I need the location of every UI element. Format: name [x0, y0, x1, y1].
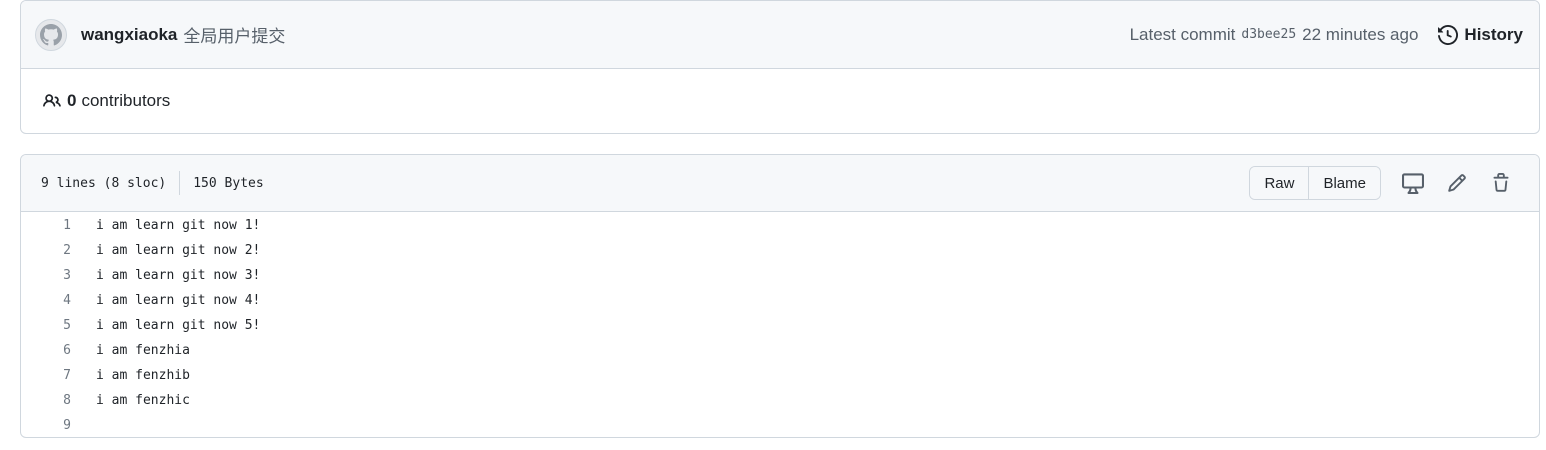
- file-actions-group: Raw Blame: [1249, 166, 1381, 200]
- code-line: 4 i am learn git now 4!: [21, 288, 1539, 313]
- contributors-count: 0: [67, 91, 77, 110]
- line-content: i am fenzhib: [96, 368, 190, 383]
- line-number[interactable]: 9: [21, 418, 71, 433]
- code-line: 2 i am learn git now 2!: [21, 238, 1539, 263]
- line-number[interactable]: 4: [21, 293, 71, 308]
- line-content: i am learn git now 4!: [96, 293, 261, 308]
- code-line: 8 i am fenzhic: [21, 388, 1539, 413]
- code-view: 1 i am learn git now 1! 2 i am learn git…: [21, 212, 1539, 437]
- commit-box: wangxiaoka 全局用户提交 Latest commit d3bee25 …: [20, 0, 1540, 134]
- code-line: 7 i am fenzhib: [21, 363, 1539, 388]
- line-content: i am learn git now 1!: [96, 218, 261, 233]
- line-number[interactable]: 3: [21, 268, 71, 283]
- line-content: i am learn git now 5!: [96, 318, 261, 333]
- contributors-label: contributors: [81, 91, 171, 110]
- line-content: i am learn git now 3!: [96, 268, 261, 283]
- people-icon: [43, 94, 61, 107]
- history-label: History: [1464, 24, 1523, 44]
- commit-message[interactable]: 全局用户提交: [183, 22, 285, 47]
- line-content: i am fenzhic: [96, 393, 190, 408]
- delete-button[interactable]: [1479, 167, 1523, 199]
- avatar[interactable]: [35, 18, 67, 51]
- desktop-icon: [1402, 173, 1424, 194]
- line-number[interactable]: 2: [21, 243, 71, 258]
- history-link[interactable]: History: [1438, 25, 1523, 45]
- line-number[interactable]: 6: [21, 343, 71, 358]
- code-line: 5 i am learn git now 5!: [21, 313, 1539, 338]
- latest-commit-label: Latest commit: [1129, 24, 1236, 44]
- desktop-button[interactable]: [1391, 167, 1435, 199]
- history-icon: [1438, 24, 1459, 45]
- file-size: 150 Bytes: [193, 175, 264, 191]
- github-avatar-icon: [40, 23, 62, 45]
- line-number[interactable]: 8: [21, 393, 71, 408]
- file-info-divider: [179, 171, 181, 195]
- line-content: i am learn git now 2!: [96, 243, 261, 258]
- raw-button[interactable]: Raw: [1250, 167, 1309, 199]
- line-number[interactable]: 5: [21, 318, 71, 333]
- file-header: 9 lines (8 sloc) 150 Bytes Raw Blame: [21, 155, 1539, 212]
- contributors-row: 0 contributors: [21, 69, 1539, 133]
- commit-author[interactable]: wangxiaoka: [81, 25, 177, 45]
- code-line: 1 i am learn git now 1!: [21, 213, 1539, 238]
- blame-button[interactable]: Blame: [1308, 167, 1380, 199]
- pencil-icon: [1448, 174, 1466, 192]
- code-line: 9: [21, 413, 1539, 437]
- commit-header: wangxiaoka 全局用户提交 Latest commit d3bee25 …: [21, 1, 1539, 69]
- code-line: 6 i am fenzhia: [21, 338, 1539, 363]
- edit-button[interactable]: [1435, 167, 1479, 199]
- line-number[interactable]: 1: [21, 218, 71, 233]
- line-content: i am fenzhia: [96, 343, 190, 358]
- commit-sha[interactable]: d3bee25: [1241, 27, 1296, 42]
- file-lines-info: 9 lines (8 sloc): [41, 175, 167, 191]
- line-number[interactable]: 7: [21, 368, 71, 383]
- trash-icon: [1493, 173, 1509, 192]
- file-box: 9 lines (8 sloc) 150 Bytes Raw Blame 1 i…: [20, 154, 1540, 438]
- commit-time: 22 minutes ago: [1302, 24, 1419, 44]
- code-line: 3 i am learn git now 3!: [21, 263, 1539, 288]
